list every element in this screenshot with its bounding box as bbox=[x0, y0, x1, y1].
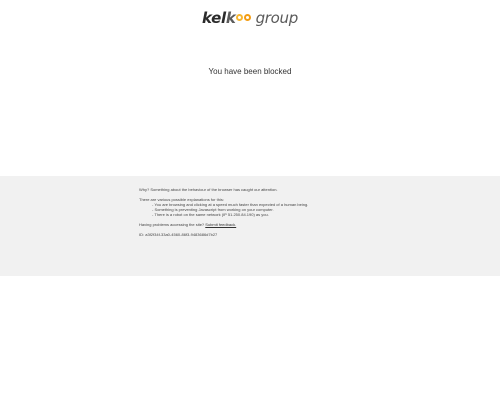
logo-text-k: k bbox=[225, 9, 236, 27]
request-id: ID: a3f2f34f-33a0-4560-86f3-9483686d7b27 bbox=[139, 232, 218, 237]
logo-text-group: group bbox=[255, 9, 299, 27]
logo-text-kel: kel bbox=[202, 9, 226, 27]
kelkoo-group-logo: kelk group bbox=[0, 8, 500, 28]
blocked-page: kelk group You have been blocked Why? Som… bbox=[0, 0, 500, 417]
logo-dots-icon bbox=[235, 12, 256, 24]
submit-feedback-link[interactable]: Submit feedback. bbox=[205, 222, 236, 227]
blocked-headline: You have been blocked bbox=[208, 67, 292, 76]
problems-text: Having problems accessing the site? bbox=[139, 222, 205, 227]
details-content: Why? Something about the behaviour of th… bbox=[139, 187, 363, 237]
